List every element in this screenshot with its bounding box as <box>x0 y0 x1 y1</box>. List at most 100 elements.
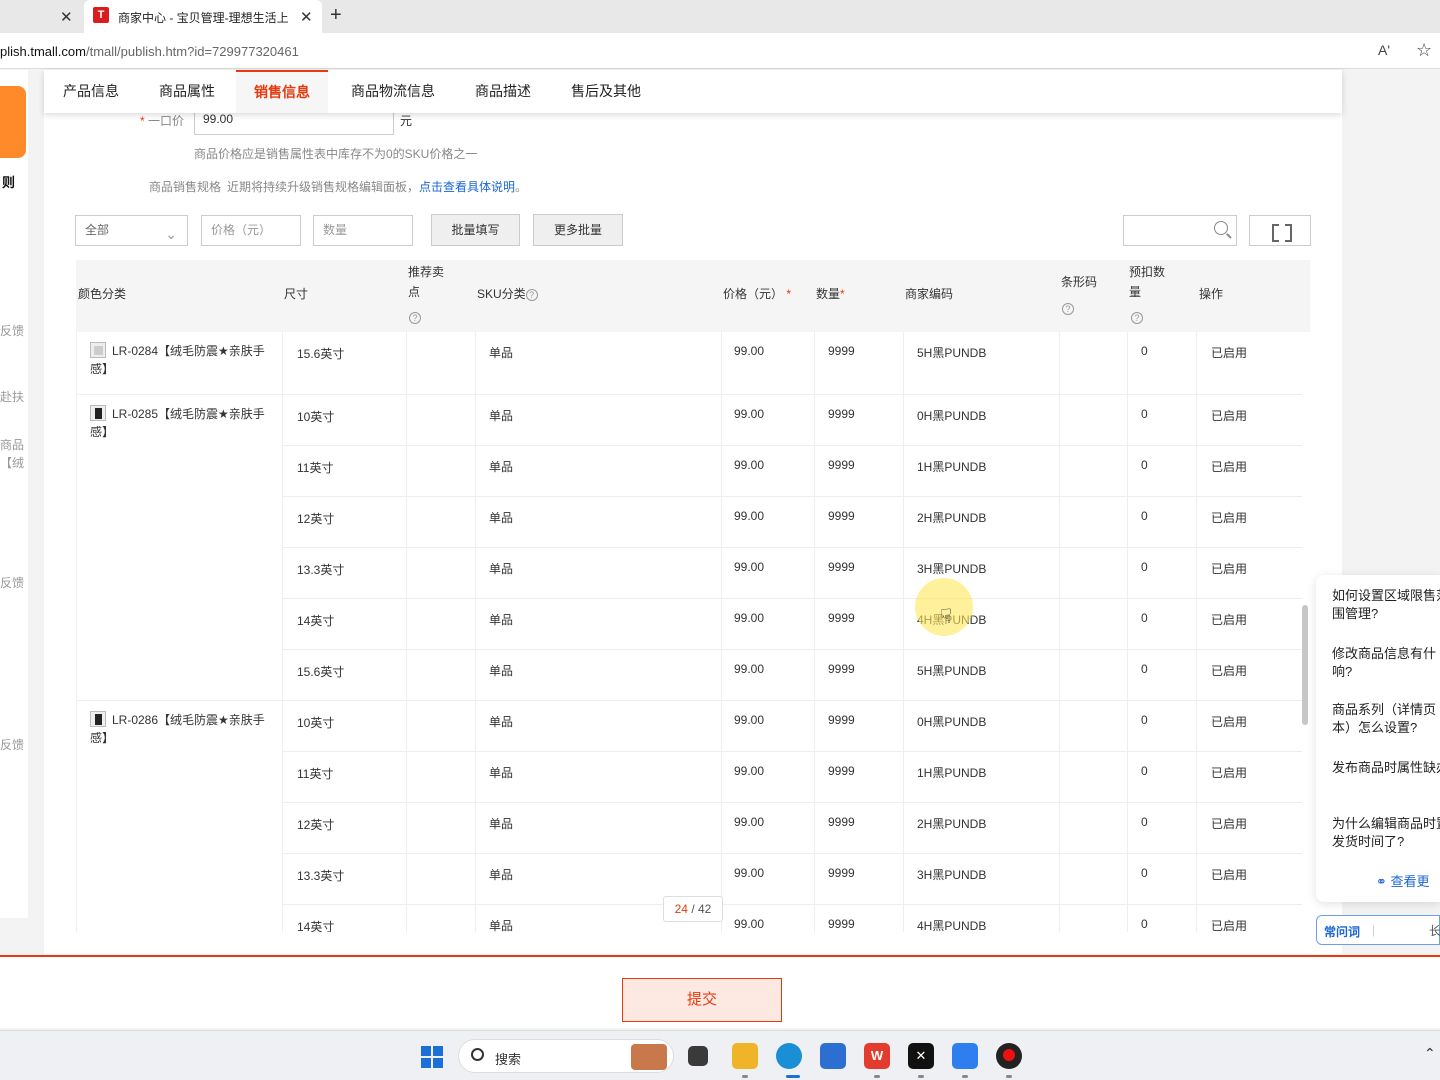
url-text[interactable]: plish.tmall.com/tmall/publish.htm?id=729… <box>0 44 299 59</box>
price-cell[interactable]: 99.00 <box>734 764 764 778</box>
status-cell[interactable]: 已启用 <box>1211 344 1247 361</box>
merchant-code-cell[interactable]: 1H黑PUNDB <box>917 458 986 475</box>
store-icon[interactable] <box>820 1043 846 1069</box>
price-cell[interactable]: 99.00 <box>734 611 764 625</box>
price-cell[interactable]: 99.00 <box>734 344 764 358</box>
product-thumbnail[interactable] <box>90 405 106 421</box>
wps-icon[interactable]: W <box>864 1043 890 1069</box>
tab-product-attributes[interactable]: 商品属性 <box>159 70 215 113</box>
faq-more-link[interactable]: ⚭ 查看更 <box>1376 871 1430 890</box>
status-cell[interactable]: 已启用 <box>1211 815 1247 832</box>
edge-browser-icon[interactable] <box>776 1043 802 1069</box>
browser-tab-previous[interactable]: ✕ <box>0 0 82 33</box>
qty-cell[interactable]: 9999 <box>828 458 855 472</box>
sidebar-banner[interactable] <box>0 86 26 158</box>
qty-cell[interactable]: 9999 <box>828 344 855 358</box>
merchant-code-cell[interactable]: 3H黑PUNDB <box>917 560 986 577</box>
help-icon[interactable]: ? <box>525 289 538 301</box>
sidebar-rules-label[interactable]: 则 <box>2 172 15 191</box>
price-cell[interactable]: 99.00 <box>734 560 764 574</box>
price-cell[interactable]: 99.00 <box>734 509 764 523</box>
sku-type-cell[interactable]: 单品 <box>489 713 513 730</box>
batch-qty-input[interactable]: 数量 <box>313 215 413 246</box>
qty-cell[interactable]: 9999 <box>828 815 855 829</box>
merchant-code-cell[interactable]: 0H黑PUNDB <box>917 407 986 424</box>
price-cell[interactable]: 99.00 <box>734 866 764 880</box>
status-cell[interactable]: 已启用 <box>1211 917 1247 932</box>
price-cell[interactable]: 99.00 <box>734 815 764 829</box>
sku-search-input[interactable] <box>1123 215 1237 246</box>
address-bar[interactable]: plish.tmall.com/tmall/publish.htm?id=729… <box>0 33 1440 69</box>
close-tab-icon[interactable]: ✕ <box>300 8 313 26</box>
qty-cell[interactable]: 9999 <box>828 713 855 727</box>
sku-type-cell[interactable]: 单品 <box>489 560 513 577</box>
sku-type-cell[interactable]: 单品 <box>489 917 513 932</box>
batch-fill-button[interactable]: 批量填写 <box>431 214 520 246</box>
filter-select[interactable]: 全部 ⌄ <box>75 215 188 246</box>
tab-after-sales[interactable]: 售后及其他 <box>571 70 641 113</box>
faq-question[interactable]: 修改商品信息有什响? <box>1332 645 1440 681</box>
fullscreen-button[interactable] <box>1249 215 1311 246</box>
more-batch-button[interactable]: 更多批量 <box>533 214 623 246</box>
close-tab-icon[interactable]: ✕ <box>60 8 73 26</box>
sku-type-cell[interactable]: 单品 <box>489 407 513 424</box>
qty-cell[interactable]: 9999 <box>828 866 855 880</box>
product-thumbnail[interactable] <box>90 711 106 727</box>
faq-question[interactable]: 为什么编辑商品时置发货时间了? <box>1332 815 1440 851</box>
status-cell[interactable]: 已启用 <box>1211 560 1247 577</box>
merchant-code-cell[interactable]: 1H黑PUNDB <box>917 764 986 781</box>
qty-cell[interactable]: 9999 <box>828 662 855 676</box>
qty-cell[interactable]: 9999 <box>828 917 855 931</box>
merchant-code-cell[interactable]: 0H黑PUNDB <box>917 713 986 730</box>
faq-question[interactable]: 发布商品时属性缺办 <box>1332 759 1440 777</box>
tab-sales-info[interactable]: 销售信息 <box>236 70 328 113</box>
browser-tab-active[interactable]: T 商家中心 - 宝贝管理-理想生活上 ✕ <box>84 0 322 33</box>
sku-type-cell[interactable]: 单品 <box>489 458 513 475</box>
merchant-code-cell[interactable]: 5H黑PUNDB <box>917 662 986 679</box>
sku-type-cell[interactable]: 单品 <box>489 815 513 832</box>
help-icon[interactable]: ? <box>1131 307 1143 327</box>
status-cell[interactable]: 已启用 <box>1211 764 1247 781</box>
price-cell[interactable]: 99.00 <box>734 713 764 727</box>
price-cell[interactable]: 99.00 <box>734 458 764 472</box>
price-cell[interactable]: 99.00 <box>734 662 764 676</box>
qty-cell[interactable]: 9999 <box>828 560 855 574</box>
capcut-icon[interactable]: ✕ <box>908 1043 934 1069</box>
faq-question[interactable]: 商品系列（详情页本）怎么设置? <box>1332 701 1440 737</box>
status-cell[interactable]: 已启用 <box>1211 866 1247 883</box>
sku-type-cell[interactable]: 单品 <box>489 509 513 526</box>
windows-start-icon[interactable] <box>421 1046 443 1068</box>
status-cell[interactable]: 已启用 <box>1211 713 1247 730</box>
qty-cell[interactable]: 9999 <box>828 407 855 421</box>
chevron-up-icon[interactable]: ⌃ <box>1424 1045 1436 1062</box>
recorder-icon[interactable] <box>996 1043 1022 1069</box>
sku-type-cell[interactable]: 单品 <box>489 764 513 781</box>
favorite-star-icon[interactable]: ☆ <box>1416 40 1432 61</box>
tab-logistics-info[interactable]: 商品物流信息 <box>351 70 435 113</box>
faq-common-words-tab[interactable]: 常问词 <box>1324 923 1360 940</box>
task-view-icon[interactable] <box>688 1046 708 1066</box>
file-explorer-icon[interactable] <box>732 1043 758 1069</box>
qty-cell[interactable]: 9999 <box>828 764 855 778</box>
status-cell[interactable]: 已启用 <box>1211 662 1247 679</box>
help-icon[interactable]: ? <box>1062 298 1074 318</box>
table-scrollbar[interactable] <box>1302 605 1308 725</box>
merchant-code-cell[interactable]: 2H黑PUNDB <box>917 509 986 526</box>
spec-help-link[interactable]: 点击查看具体说明 <box>419 180 515 194</box>
new-tab-button[interactable]: + <box>330 4 342 27</box>
submit-button[interactable]: 提交 <box>622 978 782 1022</box>
sku-type-cell[interactable]: 单品 <box>489 866 513 883</box>
status-cell[interactable]: 已启用 <box>1211 407 1247 424</box>
price-cell[interactable]: 99.00 <box>734 407 764 421</box>
merchant-code-cell[interactable]: 4H黑PUNDB <box>917 917 986 932</box>
sku-type-cell[interactable]: 单品 <box>489 611 513 628</box>
help-icon[interactable]: ? <box>409 307 421 327</box>
product-thumbnail[interactable] <box>90 342 106 358</box>
merchant-code-cell[interactable]: 2H黑PUNDB <box>917 815 986 832</box>
faq-footer-more[interactable]: 长 <box>1429 922 1440 939</box>
status-cell[interactable]: 已启用 <box>1211 458 1247 475</box>
status-cell[interactable]: 已启用 <box>1211 509 1247 526</box>
batch-price-input[interactable]: 价格（元） <box>201 215 301 246</box>
status-cell[interactable]: 已启用 <box>1211 611 1247 628</box>
qty-cell[interactable]: 9999 <box>828 509 855 523</box>
